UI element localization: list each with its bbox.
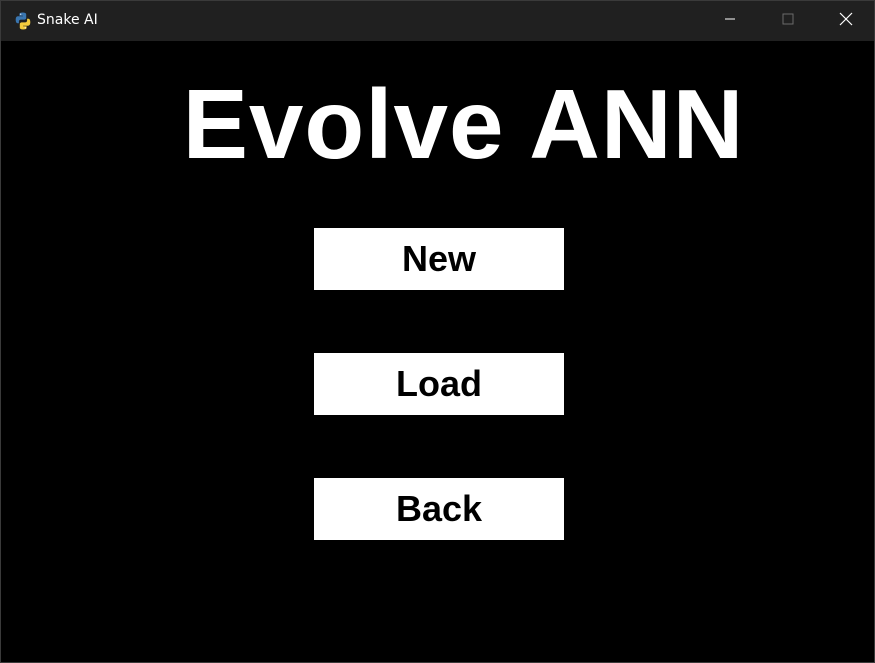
python-icon: [13, 11, 33, 31]
close-icon: [839, 12, 853, 31]
app-window: Snake AI Evolve ANN New Load Back: [0, 0, 875, 663]
maximize-icon: [782, 12, 794, 30]
maximize-button[interactable]: [759, 1, 817, 41]
load-button[interactable]: Load: [314, 353, 564, 415]
title-bar[interactable]: Snake AI: [1, 1, 874, 41]
minimize-button[interactable]: [701, 1, 759, 41]
page-title: Evolve ANN: [182, 69, 745, 179]
game-canvas: Evolve ANN New Load Back: [1, 41, 874, 662]
window-title: Snake AI: [37, 12, 98, 28]
new-button[interactable]: New: [314, 228, 564, 290]
minimize-icon: [724, 12, 736, 30]
back-button[interactable]: Back: [314, 478, 564, 540]
close-button[interactable]: [817, 1, 875, 41]
